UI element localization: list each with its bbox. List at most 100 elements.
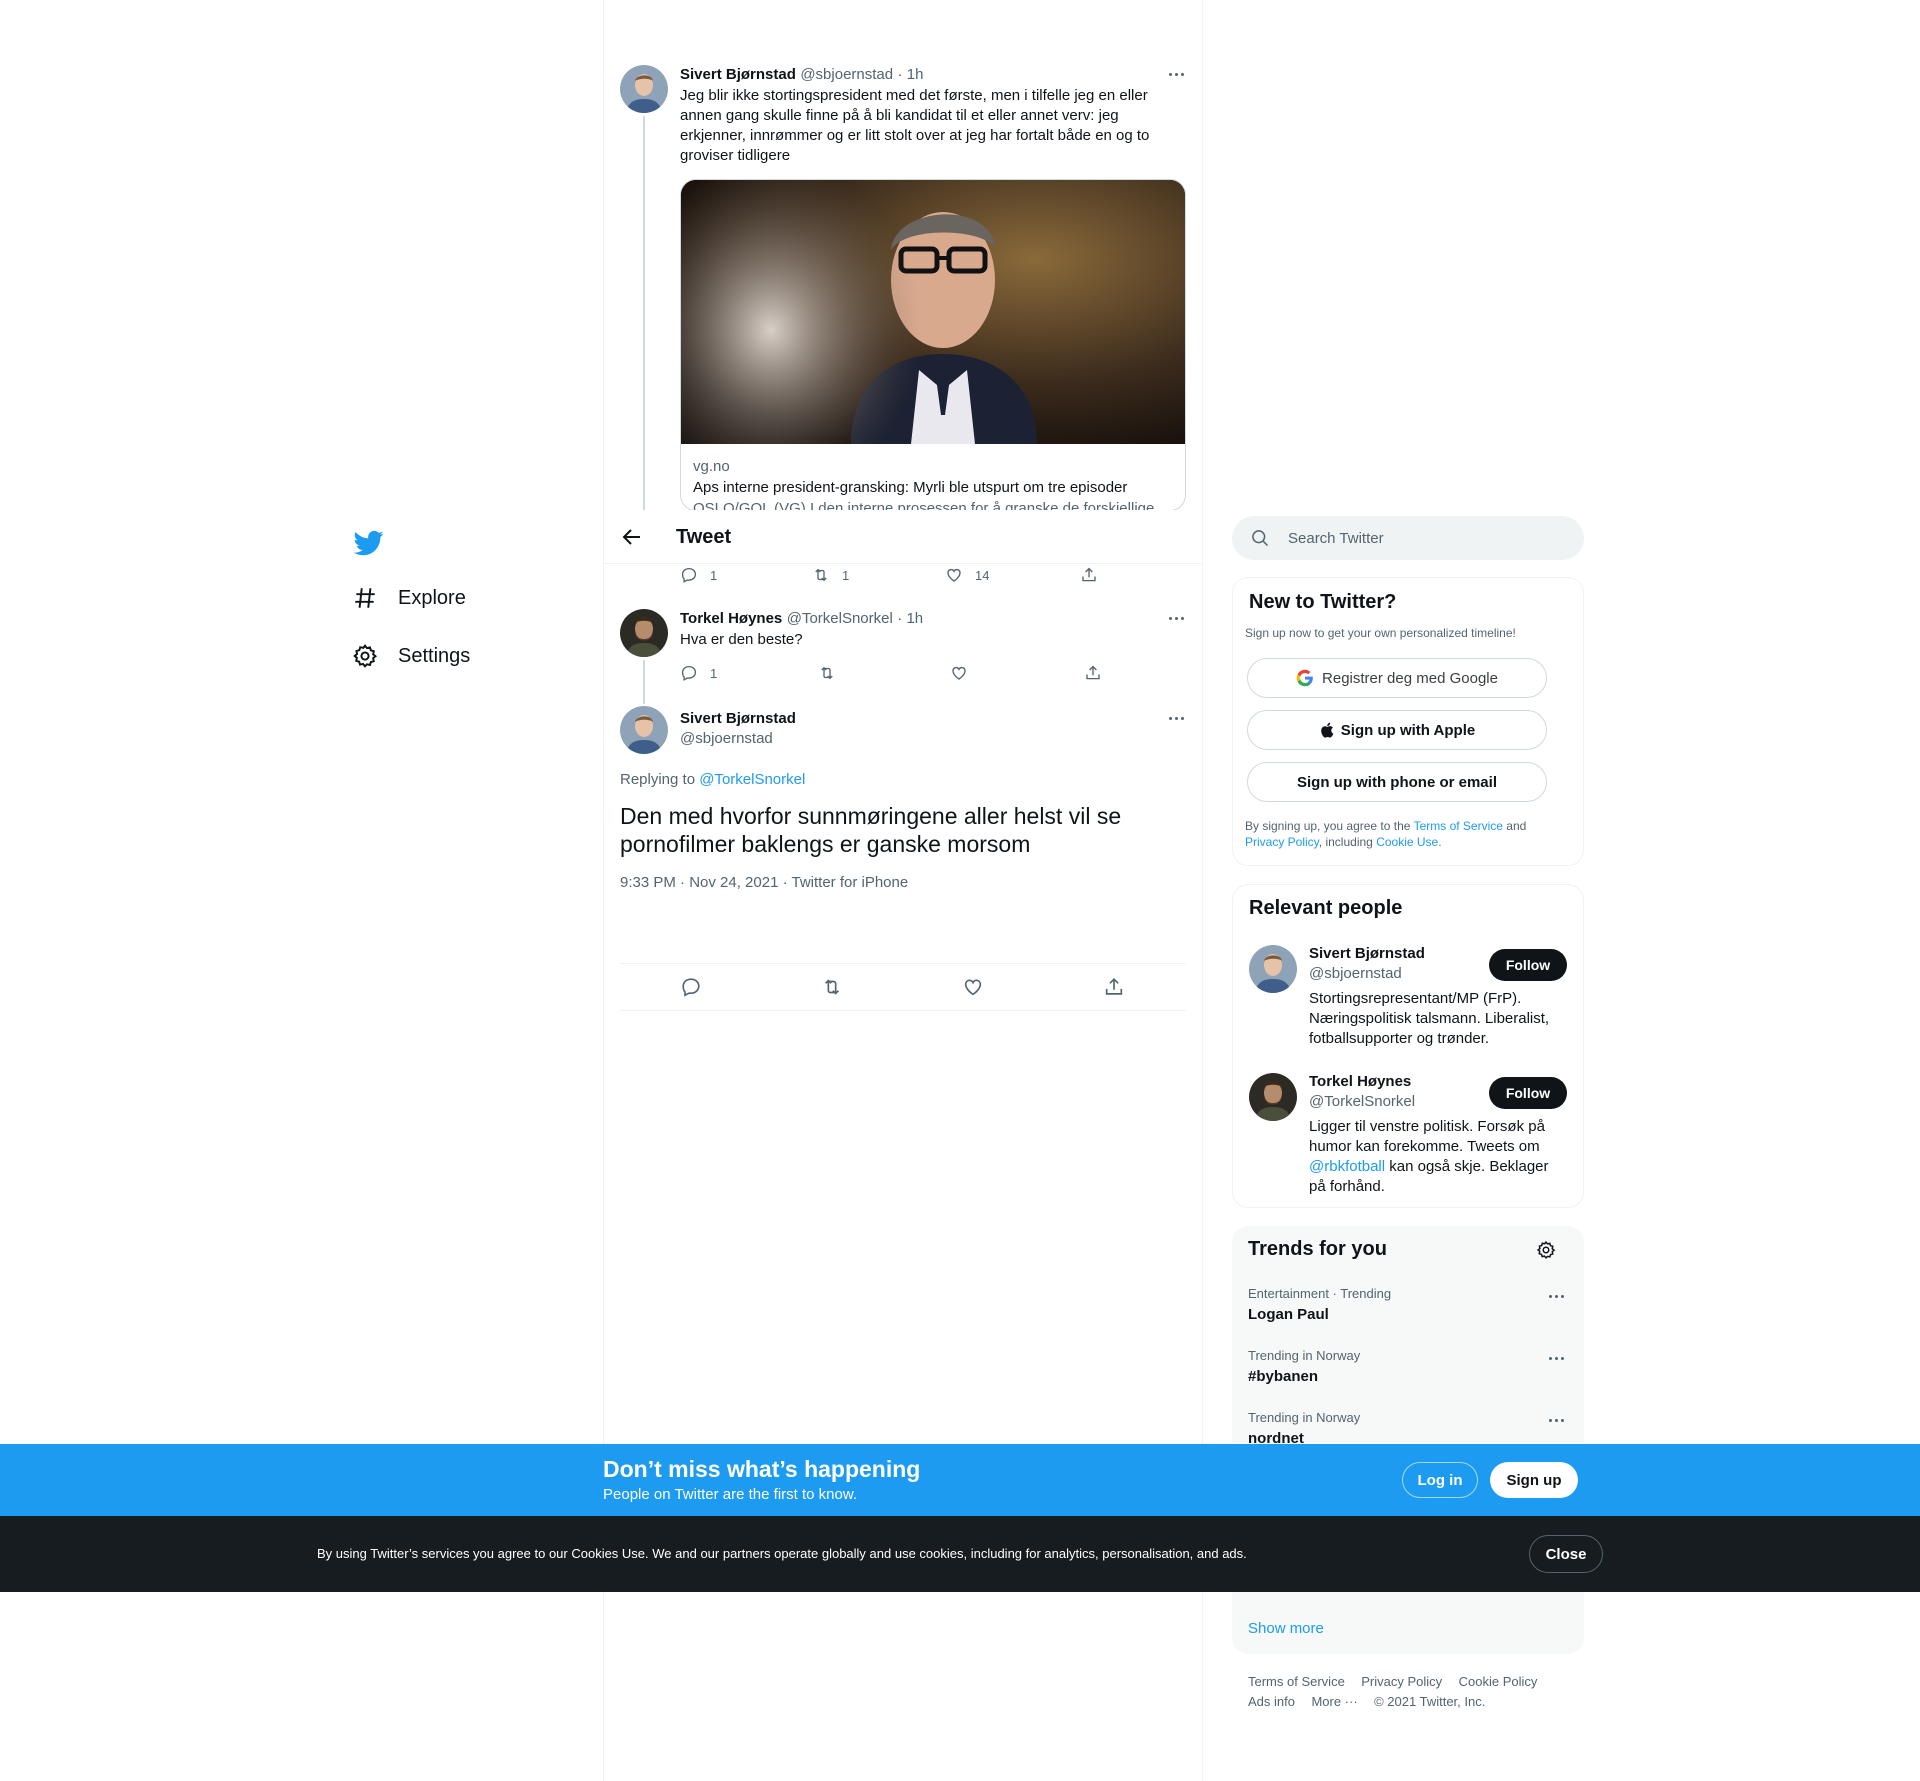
- reply-icon: [681, 665, 697, 681]
- login-button[interactable]: Log in: [1402, 1462, 1478, 1498]
- apple-signup-button[interactable]: Sign up with Apple: [1247, 710, 1547, 750]
- relevant-person-name[interactable]: Sivert Bjørnstad: [1309, 945, 1425, 962]
- search-input[interactable]: [1288, 516, 1568, 560]
- share-icon: [1105, 978, 1123, 995]
- follow-button[interactable]: Follow: [1489, 1077, 1567, 1109]
- avatar-sivert-relevant[interactable]: [1249, 945, 1297, 993]
- show-more-link[interactable]: Show more: [1248, 1620, 1324, 1637]
- tweet-1-retweet-count: 1: [842, 567, 850, 583]
- trend-meta: Trending in Norway: [1248, 1410, 1361, 1425]
- bio-mention-link[interactable]: @rbkfotball: [1309, 1158, 1385, 1175]
- focused-tweet-name[interactable]: Sivert Bjørnstad: [680, 710, 796, 727]
- avatar-sivert[interactable]: [620, 65, 668, 113]
- trend-more-icon[interactable]: [1544, 1346, 1568, 1370]
- phone-email-signup-button[interactable]: Sign up with phone or email: [1247, 762, 1547, 802]
- tweet-2-name[interactable]: Torkel Høynes: [680, 610, 782, 627]
- back-arrow-icon[interactable]: [620, 525, 644, 549]
- footer-cookie-link[interactable]: Cookie Policy: [1459, 1674, 1538, 1689]
- avatar-torkel[interactable]: [620, 609, 668, 657]
- tweet-1-more-icon[interactable]: [1164, 62, 1188, 86]
- apple-signup-label: Sign up with Apple: [1340, 721, 1476, 739]
- terms-link[interactable]: Terms of Service: [1414, 819, 1503, 833]
- thread-connector-2: [643, 660, 645, 704]
- thread-connector: [643, 116, 645, 516]
- relevant-person-handle[interactable]: @sbjoernstad: [1309, 965, 1402, 982]
- tweet-1-name[interactable]: Sivert Bjørnstad: [680, 66, 796, 83]
- heart-icon: [952, 666, 966, 680]
- tweet-2-reply-count: 1: [710, 665, 718, 681]
- focused-reply-button[interactable]: [680, 976, 714, 998]
- privacy-link[interactable]: Privacy Policy: [1245, 835, 1319, 849]
- link-preview-card[interactable]: vg.no Aps interne president-gransking: M…: [680, 179, 1186, 511]
- trend-name: #bybanen: [1248, 1368, 1319, 1385]
- tweet-2-reply-button[interactable]: 1: [680, 664, 717, 682]
- tweet-1-retweet-button[interactable]: 1: [812, 566, 849, 584]
- footer-copyright: © 2021 Twitter, Inc.: [1374, 1694, 1486, 1709]
- footer-terms-link[interactable]: Terms of Service: [1248, 1674, 1345, 1689]
- footer-privacy-link[interactable]: Privacy Policy: [1361, 1674, 1442, 1689]
- tweet-1-time[interactable]: · 1h: [898, 66, 924, 83]
- trend-more-icon[interactable]: [1544, 1284, 1568, 1308]
- relevant-person-name[interactable]: Torkel Høynes: [1309, 1073, 1411, 1090]
- signup-panel-title: New to Twitter?: [1249, 591, 1397, 613]
- footer-more-link[interactable]: More ···: [1311, 1694, 1357, 1709]
- focused-share-button[interactable]: [1103, 976, 1137, 998]
- legal-text-2: and: [1506, 819, 1527, 833]
- trend-meta: Entertainment · Trending: [1248, 1286, 1392, 1301]
- heart-icon: [964, 979, 982, 996]
- retweet-icon: [815, 568, 827, 582]
- promo-subline: People on Twitter are the first to know.: [603, 1486, 858, 1503]
- twitter-logo-icon[interactable]: [353, 528, 384, 558]
- tweet-1-header: Sivert Bjørnstad @sbjoernstad · 1h: [680, 66, 923, 84]
- tweet-2-time[interactable]: · 1h: [897, 610, 923, 627]
- tweet-page-header: Tweet: [604, 510, 1202, 564]
- avatar-torkel-relevant[interactable]: [1249, 1073, 1297, 1121]
- replying-to: Replying to @TorkelSnorkel: [620, 771, 805, 788]
- relevant-person-bio: Stortingsrepresentant/MP (FrP). Næringsp…: [1309, 990, 1550, 1047]
- link-preview-meta: vg.no Aps interne president-gransking: M…: [693, 458, 1173, 510]
- signup-promo-bar: Don’t miss what’s happening People on Tw…: [0, 1444, 1920, 1516]
- divider: [620, 963, 1186, 964]
- bio-text: Ligger til venstre politisk. Forsøk på h…: [1309, 1118, 1545, 1155]
- link-preview-image: [681, 180, 1185, 444]
- tweet-2-text: Hva er den beste?: [680, 631, 803, 648]
- relevant-person-handle[interactable]: @TorkelSnorkel: [1309, 1093, 1415, 1110]
- tweet-2-retweet-button[interactable]: [818, 664, 848, 682]
- avatar-sivert-main[interactable]: [620, 706, 668, 754]
- tweet-2-like-button[interactable]: [950, 664, 980, 682]
- trend-more-icon[interactable]: [1544, 1408, 1568, 1432]
- footer-ads-info-link[interactable]: Ads info: [1248, 1694, 1295, 1709]
- replying-to-handle[interactable]: @TorkelSnorkel: [699, 771, 805, 788]
- tweet-2-share-button[interactable]: [1084, 664, 1114, 682]
- gear-icon: [353, 644, 378, 668]
- focused-tweet-handle[interactable]: @sbjoernstad: [680, 730, 773, 747]
- focused-retweet-button[interactable]: [821, 976, 855, 998]
- trends-settings-gear-icon[interactable]: [1536, 1240, 1556, 1260]
- apple-logo-icon: [1320, 722, 1334, 738]
- tweet-1-reply-button[interactable]: 1: [680, 566, 717, 584]
- focused-tweet-timestamp[interactable]: 9:33 PM · Nov 24, 2021 · Twitter for iPh…: [620, 874, 908, 891]
- search-box[interactable]: [1232, 516, 1584, 560]
- tweet-2-handle[interactable]: @TorkelSnorkel: [787, 610, 893, 627]
- hashtag-icon: [355, 588, 375, 608]
- tweet-1-like-button[interactable]: 14: [945, 566, 989, 584]
- tweet-2-more-icon[interactable]: [1164, 606, 1188, 630]
- tweet-1-handle[interactable]: @sbjoernstad: [800, 66, 893, 83]
- legal-text-4: .: [1438, 835, 1442, 849]
- relevant-people-panel: Relevant people Sivert Bjørnstad @sbjoer…: [1232, 884, 1584, 1208]
- cookie-use-link[interactable]: Cookie Use: [1376, 835, 1438, 849]
- nav-item-settings[interactable]: Settings: [346, 630, 470, 682]
- relevant-people-title: Relevant people: [1249, 897, 1403, 919]
- heart-icon: [947, 568, 961, 582]
- focused-tweet-more-icon[interactable]: [1164, 706, 1188, 730]
- tweet-1-share-button[interactable]: [1080, 566, 1110, 584]
- tweet-1-like-count: 14: [975, 567, 990, 583]
- divider: [620, 1010, 1186, 1011]
- follow-button[interactable]: Follow: [1489, 949, 1567, 981]
- google-signup-button[interactable]: Registrer deg med Google: [1247, 658, 1547, 698]
- cookie-close-button[interactable]: Close: [1529, 1535, 1603, 1573]
- sidebar-footer: Terms of Service Privacy Policy Cookie P…: [1248, 1672, 1568, 1712]
- nav-item-explore[interactable]: Explore: [346, 572, 466, 624]
- signup-button[interactable]: Sign up: [1490, 1462, 1578, 1498]
- focused-like-button[interactable]: [962, 976, 996, 998]
